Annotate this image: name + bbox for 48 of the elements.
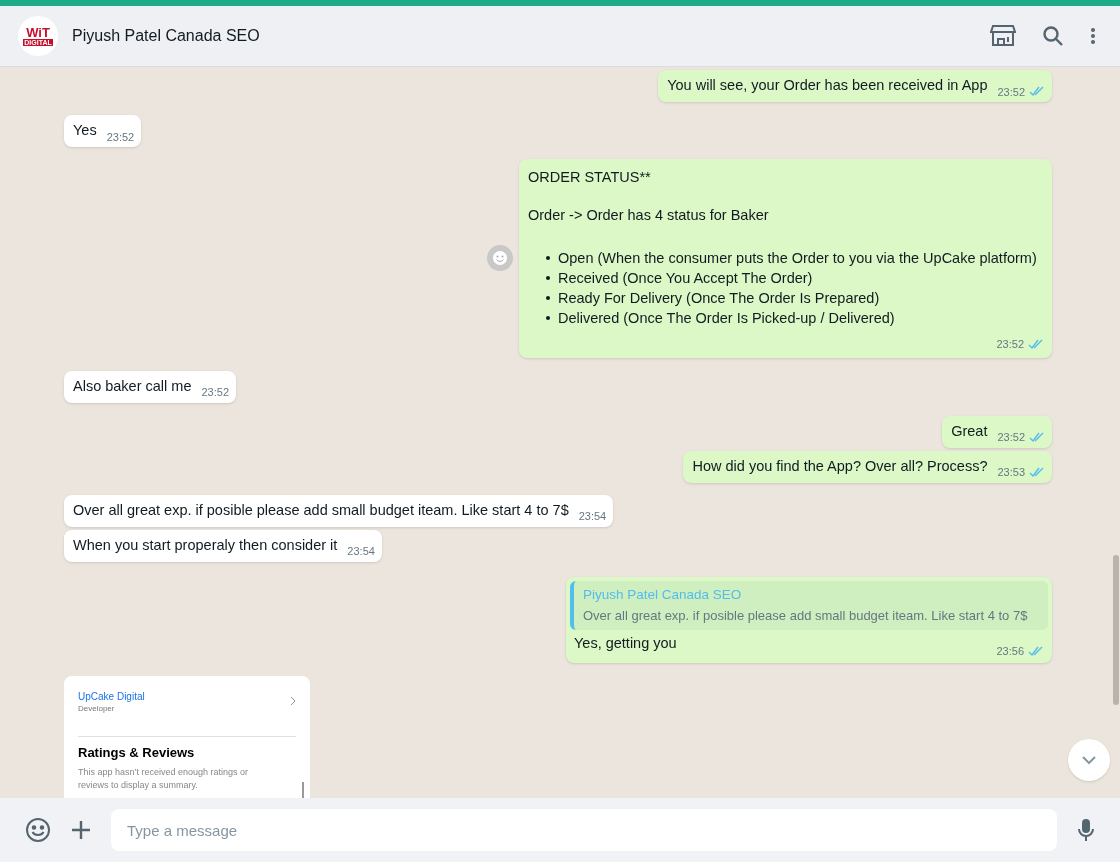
bullet-icon [546,316,550,320]
message-time: 23:54 [347,544,375,559]
logo-text: WiT [26,26,50,39]
developer-link[interactable]: UpCake Digital [78,689,145,703]
microphone-icon[interactable] [1077,818,1095,842]
message-time: 23:53 [997,465,1025,480]
message-input[interactable]: Type a message [111,809,1057,851]
section-text: This app hasn’t received enough ratings or reviews to display a summary. [78,766,250,792]
message-time: 23:52 [201,385,229,400]
message-text: Great [951,421,988,441]
message-text: Yes, getting you [574,633,677,653]
message-time: 23:52 [996,337,1024,352]
list-item-text: Received (Once You Accept The Order) [558,269,813,288]
scrollbar-thumb[interactable] [1113,555,1119,705]
contact-name: Piyush Patel Canada SEO [72,26,260,46]
message-title: ORDER STATUS** [528,168,652,187]
quote-text: Over all great exp. if posible please add small budget iteam. Like start 4 to 7$ [583,606,1029,625]
message-time: 23:54 [578,509,607,524]
message-text: Also baker call me [73,376,192,396]
message-time: 23:56 [996,644,1024,659]
message-text: Order -> Order has 4 status for Baker [528,206,770,225]
emoji-icon[interactable] [25,817,51,843]
bullet-icon [546,256,550,260]
list-item-text: Ready For Delivery (Once The Order Is Prepared) [558,289,880,308]
quote-author: Piyush Patel Canada SEO [583,585,743,604]
menu-icon[interactable] [1090,27,1096,45]
developer-label: Developer [78,702,116,714]
chevron-right-icon [290,695,296,706]
list-item-text: Delivered (Once The Order Is Picked-up / Delivered) [558,309,895,328]
emoji-icon [492,250,508,267]
message-text: How did you find the App? Over all? Process? [692,456,988,476]
message-time: 23:52 [106,129,135,145]
search-icon[interactable] [1042,25,1064,47]
message-text: Over all great exp. if posible please add small budget iteam. Like start 4 to 7$ [73,500,569,520]
section-title: Ratings & Reviews [78,743,196,762]
quoted-message[interactable]: Piyush Patel Canada SEO Over all great exp. if posible please add small budget iteam. Like start 4 to 7$ [570,580,1048,630]
shop-icon[interactable] [990,24,1016,48]
message-time: 23:52 [997,84,1025,100]
scroll-indicator [302,781,304,798]
list-item-text: Open (When the consumer puts the Order to you via the UpCake platform) [558,249,1037,268]
chevron-down-icon [1081,755,1097,765]
bullet-icon [546,296,550,300]
message-text: Yes [73,121,97,140]
bullet-icon [546,276,550,280]
message-time: 23:52 [997,430,1025,445]
plus-icon[interactable] [71,820,91,840]
message-text: You will see, your Order has been received in App [667,76,988,95]
message-text: When you start properaly then consider it [73,535,338,555]
